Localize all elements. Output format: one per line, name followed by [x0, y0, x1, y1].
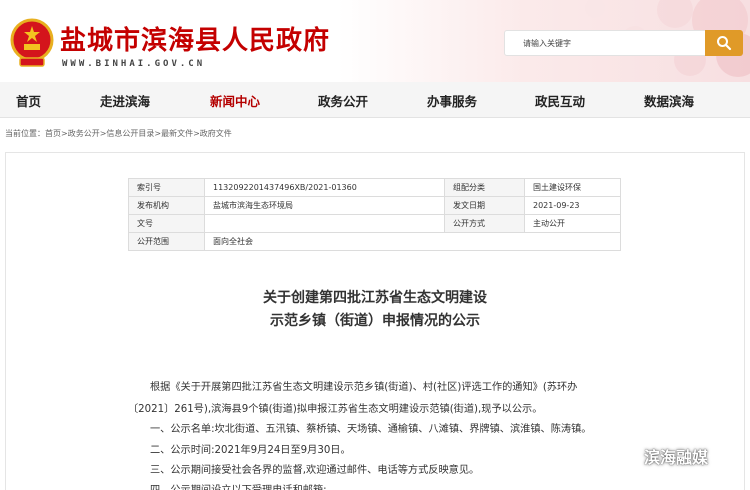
- table-row: 发布机构 盐城市滨海生态环境局 发文日期 2021-09-23: [128, 196, 621, 215]
- wechat-icon: [612, 445, 638, 465]
- site-header: 盐城市滨海县人民政府 WWW.BINHAI.GOV.CN: [0, 0, 750, 82]
- nav-item-gov-affairs[interactable]: 政务公开: [318, 91, 368, 110]
- paragraph-item-1: 一、公示名单:坎北街道、五汛镇、蔡桥镇、天场镇、通榆镇、八滩镇、界牌镇、滨淮镇、…: [150, 424, 592, 435]
- watermark: 滨海融媒: [612, 444, 708, 468]
- docno-label: 文号: [128, 214, 205, 233]
- search-button[interactable]: [705, 30, 743, 56]
- document-info-table: 索引号 1132092201437496XB/2021-01360 组配分类 国…: [128, 178, 621, 251]
- breadcrumb-text[interactable]: 当前位置：首页>政务公开>信息公开目录>最新文件>政府文件: [5, 129, 232, 138]
- category-label: 组配分类: [444, 178, 525, 197]
- table-row: 索引号 1132092201437496XB/2021-01360 组配分类 国…: [128, 178, 621, 197]
- site-title[interactable]: 盐城市滨海县人民政府: [60, 20, 330, 57]
- site-url: WWW.BINHAI.GOV.CN: [62, 59, 206, 69]
- index-value: 1132092201437496XB/2021-01360: [204, 178, 445, 197]
- watermark-text: 滨海融媒: [644, 448, 709, 467]
- docno-value: [204, 214, 445, 233]
- scope-value: 面向全社会: [204, 232, 621, 251]
- publisher-label: 发布机构: [128, 196, 205, 215]
- nav-item-news[interactable]: 新闻中心: [210, 91, 260, 110]
- table-row: 公开范围 面向全社会: [128, 232, 621, 251]
- nav-item-data[interactable]: 数据滨海: [644, 91, 694, 110]
- paragraph-item-3: 三、公示期间接受社会各界的监督,欢迎通过邮件、电话等方式反映意见。: [150, 465, 480, 476]
- article-title-line1: 关于创建第四批江苏省生态文明建设: [263, 290, 487, 306]
- mode-value: 主动公开: [524, 214, 621, 233]
- search-field[interactable]: [504, 30, 706, 56]
- paragraph-item-2: 二、公示时间:2021年9月24日至9月30日。: [150, 445, 351, 456]
- nav-item-about-binhai[interactable]: 走进滨海: [100, 91, 150, 110]
- publisher-value: 盐城市滨海生态环境局: [204, 196, 445, 215]
- mode-label: 公开方式: [444, 214, 525, 233]
- nav-item-home[interactable]: 首页: [16, 91, 41, 110]
- index-label: 索引号: [128, 178, 205, 197]
- date-value: 2021-09-23: [524, 196, 621, 215]
- nav-item-services[interactable]: 办事服务: [427, 91, 477, 110]
- table-row: 文号 公开方式 主动公开: [128, 214, 621, 233]
- paragraph-line: 根据《关于开展第四批江苏省生态文明建设示范乡镇(街道)、村(社区)评选工作的通知…: [150, 382, 578, 393]
- scope-label: 公开范围: [128, 232, 205, 251]
- paragraph-item-4: 四、公示期间设立以下受理电话和邮箱:: [150, 481, 327, 490]
- main-nav: 首页 走进滨海 新闻中心 政务公开 办事服务 政民互动 数据滨海: [0, 82, 750, 118]
- date-label: 发文日期: [444, 196, 525, 215]
- nav-item-interaction[interactable]: 政民互动: [535, 91, 585, 110]
- national-emblem-icon[interactable]: [8, 14, 56, 70]
- search-icon: [717, 36, 732, 51]
- article-title-line2: 示范乡镇（街道）申报情况的公示: [270, 313, 480, 329]
- paragraph-line: 〔2021〕261号),滨海县9个镇(街道)拟申报江苏省生态文明建设示范镇(街道…: [128, 404, 543, 415]
- breadcrumb: 当前位置：首页>政务公开>信息公开目录>最新文件>政府文件: [5, 128, 232, 139]
- category-value: 国土建设环保: [524, 178, 621, 197]
- search-input[interactable]: [505, 31, 705, 56]
